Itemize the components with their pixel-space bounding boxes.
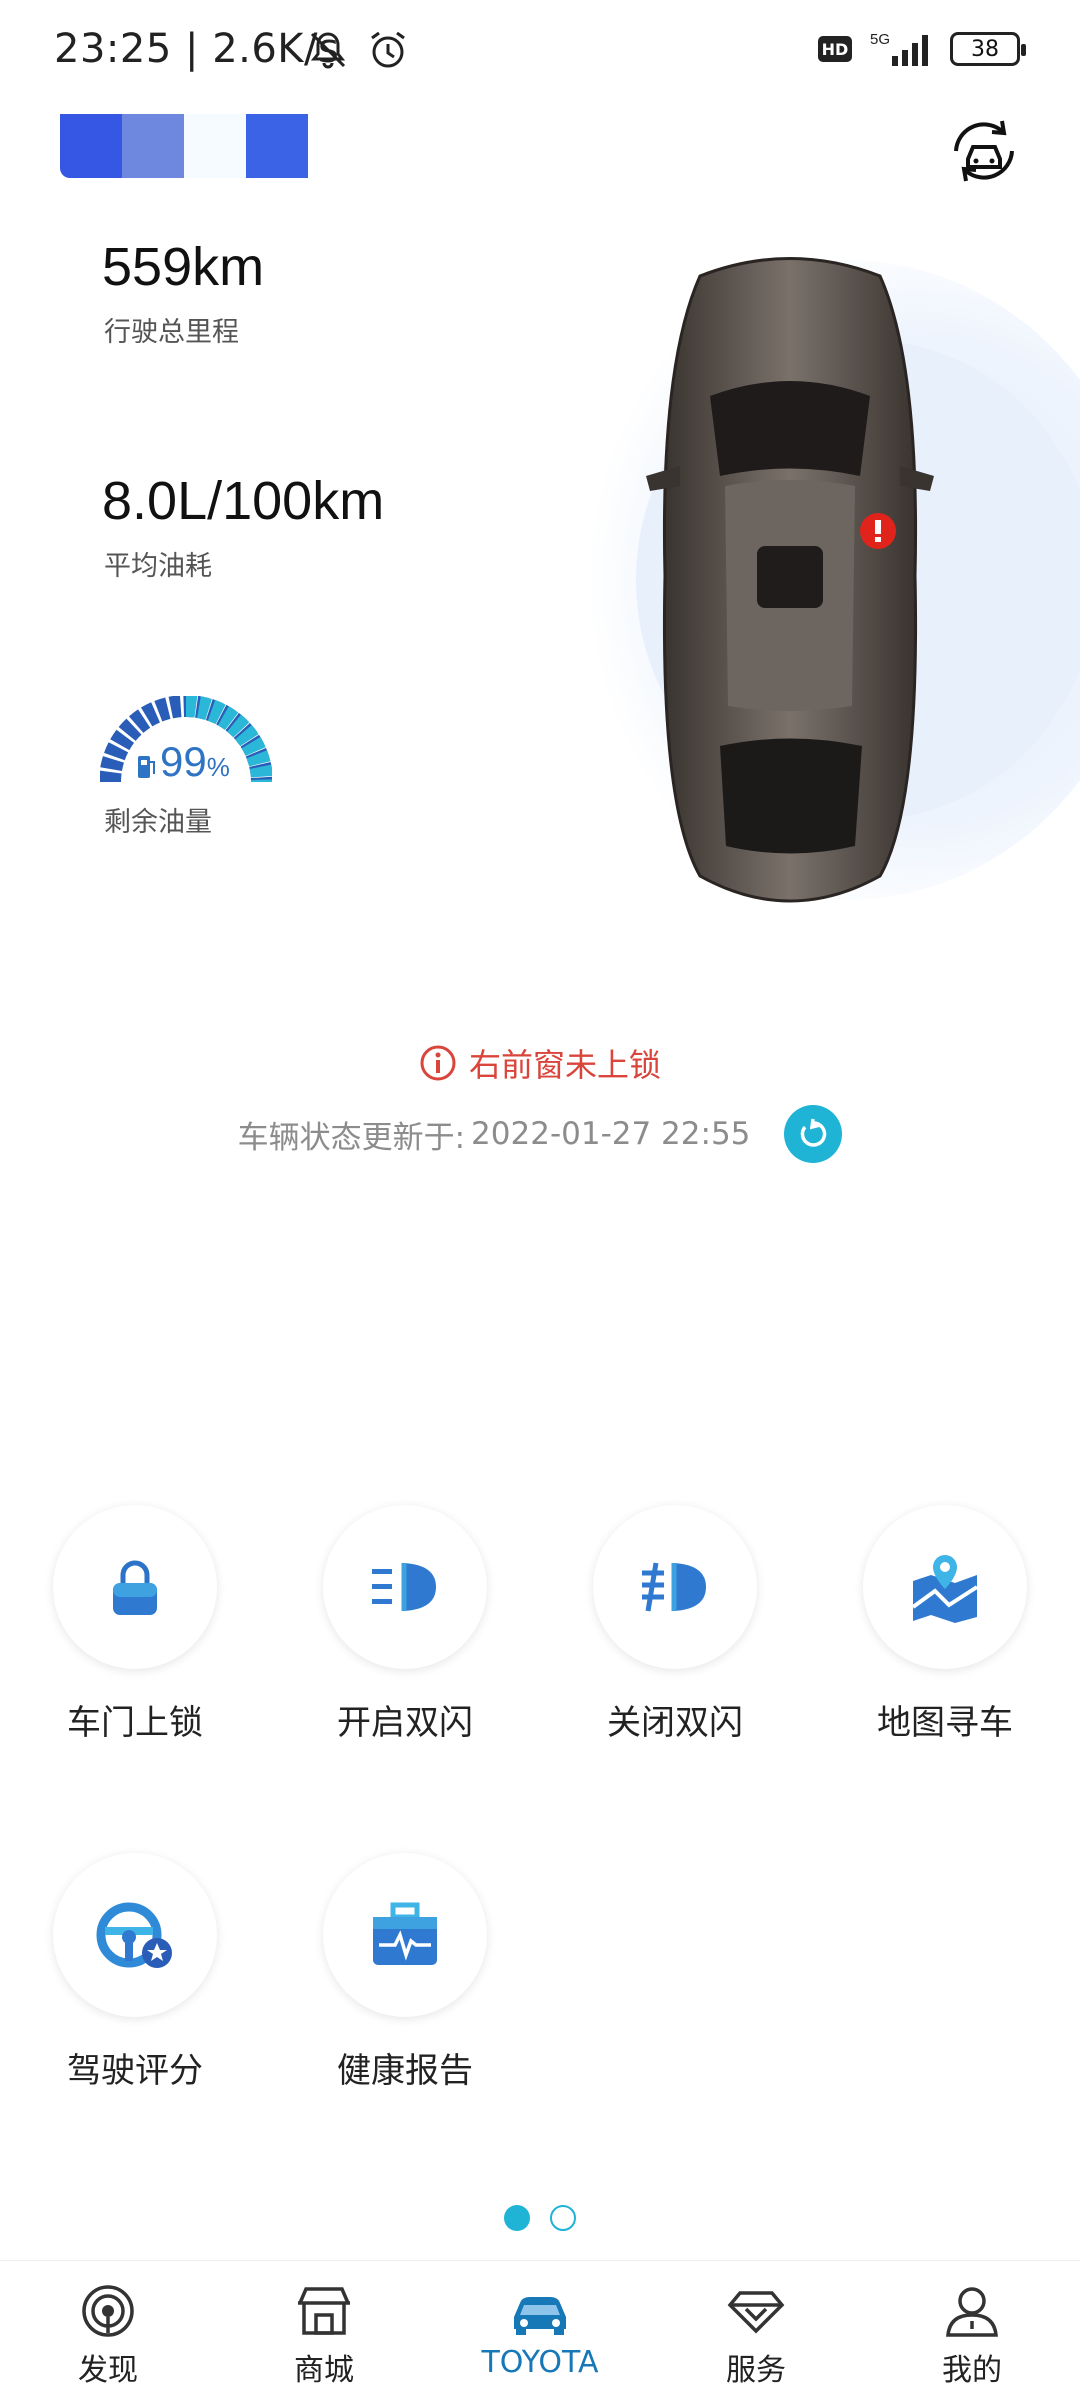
brand-logo	[60, 114, 310, 178]
action-circle[interactable]	[323, 1853, 487, 2017]
status-right: HD 5G 38	[818, 30, 1026, 68]
update-row: 车辆状态更新于: 2022-01-27 22:55	[0, 1105, 1080, 1163]
action-circle[interactable]	[323, 1505, 487, 1669]
action-circle[interactable]	[53, 1853, 217, 2017]
battery-indicator: 38	[950, 32, 1026, 66]
action-lock-doors[interactable]: 车门上锁	[35, 1505, 235, 1744]
hd-badge: HD	[818, 36, 852, 62]
update-time: 2022-01-27 22:55	[471, 1116, 751, 1152]
action-label: 关闭双闪	[607, 1703, 743, 1743]
health-report-icon	[373, 1902, 437, 1965]
nav-item-toyota[interactable]: TOYOTA	[432, 2261, 648, 2400]
alarm-icon	[371, 31, 405, 68]
mileage-label: 行驶总里程	[104, 317, 239, 348]
action-label: 驾驶评分	[67, 2051, 203, 2091]
status-bar: 23:25 | 2.6K/s HD 5G 38	[0, 0, 1080, 100]
hazard-on-icon	[372, 1563, 436, 1611]
action-label: 地图寻车	[877, 1703, 1013, 1743]
bottom-nav: 发现 商城 TOYOTA 服务 我的	[0, 2260, 1080, 2400]
fuel-level-label: 剩余油量	[104, 807, 212, 838]
discover-icon	[82, 2285, 134, 2337]
diamond-icon	[727, 2291, 785, 2334]
status-time: 23:25 | 2.6K/s	[54, 26, 340, 72]
action-label: 健康报告	[337, 2051, 473, 2091]
update-label: 车辆状态更新于:	[237, 1119, 466, 1156]
action-label: 车门上锁	[67, 1703, 203, 1743]
alert-text: 右前窗未上锁	[468, 1046, 661, 1084]
fuel-consumption-label: 平均油耗	[104, 551, 212, 582]
nav-item-discover[interactable]: 发现	[0, 2261, 216, 2400]
mileage-value: 559km	[102, 237, 265, 297]
fuel-consumption-value: 8.0L/100km	[102, 471, 385, 531]
signal-icon: 5G	[870, 31, 928, 66]
fuel-pump-icon	[138, 756, 155, 778]
action-circle[interactable]	[593, 1505, 757, 1669]
nav-label: TOYOTA	[481, 2345, 599, 2380]
action-circle[interactable]	[53, 1505, 217, 1669]
page-dot-1[interactable]	[504, 2205, 530, 2231]
info-icon	[420, 1045, 456, 1081]
action-circle[interactable]	[863, 1505, 1027, 1669]
nav-label: 发现	[78, 2353, 138, 2388]
switch-car-icon[interactable]	[948, 115, 1020, 187]
action-label: 开启双闪	[337, 1703, 473, 1743]
nav-label: 商城	[294, 2353, 354, 2388]
nav-label: 服务	[726, 2353, 786, 2388]
action-hazard-on[interactable]: 开启双闪	[305, 1505, 505, 1744]
action-health-report[interactable]: 健康报告	[305, 1853, 505, 2092]
nav-item-service[interactable]: 服务	[648, 2261, 864, 2400]
hazard-off-icon	[642, 1562, 706, 1612]
lock-icon	[113, 1560, 157, 1615]
action-hazard-off[interactable]: 关闭双闪	[575, 1505, 775, 1744]
action-find-car[interactable]: 地图寻车	[845, 1505, 1045, 1744]
alert-row: 右前窗未上锁	[0, 1040, 1080, 1086]
profile-icon	[946, 2287, 998, 2337]
car-icon	[514, 2297, 566, 2335]
nav-item-store[interactable]: 商城	[216, 2261, 432, 2400]
nav-item-profile[interactable]: 我的	[864, 2261, 1080, 2400]
map-pin-icon	[911, 1555, 979, 1623]
car-top-view	[646, 257, 934, 903]
refresh-button[interactable]	[784, 1105, 843, 1163]
store-icon	[298, 2287, 350, 2335]
network-label: 5G	[870, 31, 890, 48]
action-driving-score[interactable]: 驾驶评分	[35, 1853, 235, 2092]
refresh-icon	[801, 1118, 827, 1147]
page-dot-2[interactable]	[550, 2205, 576, 2231]
fuel-level-value: 99%	[160, 738, 230, 785]
page-indicator	[0, 2205, 1080, 2231]
mute-bell-icon	[310, 32, 346, 69]
steering-wheel-icon	[96, 1902, 172, 1968]
nav-label: 我的	[942, 2353, 1002, 2388]
